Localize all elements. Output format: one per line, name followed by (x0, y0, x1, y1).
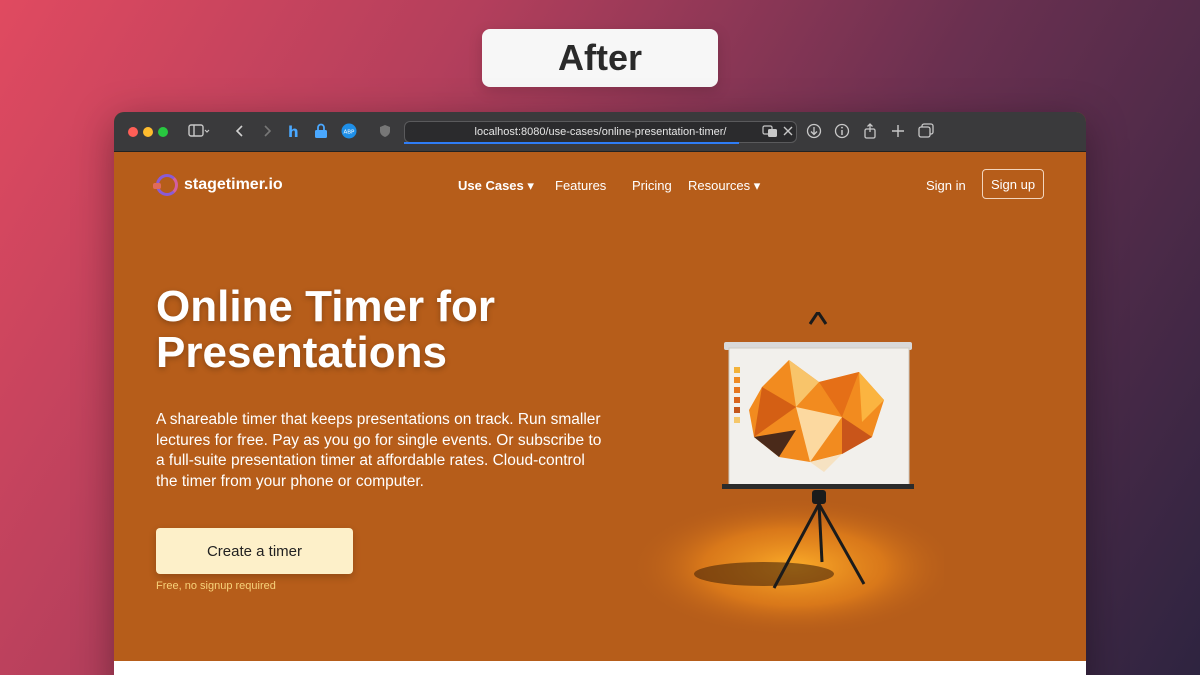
tabs-icon[interactable] (918, 123, 934, 143)
back-icon[interactable] (235, 123, 245, 143)
presentation-easel-illustration (629, 312, 944, 637)
sign-in-link[interactable]: Sign in (926, 178, 966, 193)
svg-text:ABP: ABP (344, 130, 356, 136)
cta-note: Free, no signup required (156, 580, 276, 592)
logo-icon (153, 174, 178, 196)
create-timer-button[interactable]: Create a timer (156, 528, 353, 574)
shield-icon[interactable] (379, 123, 391, 143)
hero-description: A shareable timer that keeps presentatio… (156, 411, 602, 490)
forward-icon[interactable] (262, 123, 272, 143)
nav-pricing[interactable]: Pricing (632, 178, 672, 193)
info-icon[interactable] (834, 123, 850, 143)
nav-features[interactable]: Features (555, 178, 606, 193)
url-bar[interactable]: localhost:8080/use-cases/online-presenta… (404, 121, 797, 143)
translate-icon[interactable] (762, 123, 778, 143)
after-label: After (482, 29, 718, 87)
download-icon[interactable] (806, 123, 822, 143)
share-icon[interactable] (863, 123, 877, 143)
page-content: stagetimer.io Use Cases ▾ Features Prici… (114, 152, 1086, 675)
maximize-window-button[interactable] (158, 127, 168, 137)
nav-use-cases[interactable]: Use Cases ▾ (458, 178, 534, 194)
next-section (114, 661, 1086, 675)
site-logo[interactable]: stagetimer.io (153, 174, 283, 196)
honey-icon[interactable]: h (287, 123, 303, 143)
new-tab-icon[interactable] (891, 123, 905, 143)
close-window-button[interactable] (128, 127, 138, 137)
close-icon[interactable] (782, 123, 794, 143)
browser-window: h ABP localhost:8080/use-cases/online-pr… (114, 112, 1086, 675)
browser-toolbar: h ABP localhost:8080/use-cases/online-pr… (114, 112, 1086, 152)
lock-icon[interactable] (314, 123, 328, 143)
url-text: localhost:8080/use-cases/online-presenta… (474, 126, 727, 138)
url-focus-indicator (404, 142, 739, 144)
nav-resources[interactable]: Resources ▾ (688, 178, 760, 194)
logo-text: stagetimer.io (184, 176, 283, 193)
sidebar-icon[interactable] (188, 123, 210, 143)
sign-up-button[interactable]: Sign up (982, 169, 1044, 199)
svg-text:h: h (288, 123, 299, 139)
hero-title: Online Timer for Presentations (156, 282, 496, 377)
minimize-window-button[interactable] (143, 127, 153, 137)
adblock-icon[interactable]: ABP (341, 123, 357, 143)
